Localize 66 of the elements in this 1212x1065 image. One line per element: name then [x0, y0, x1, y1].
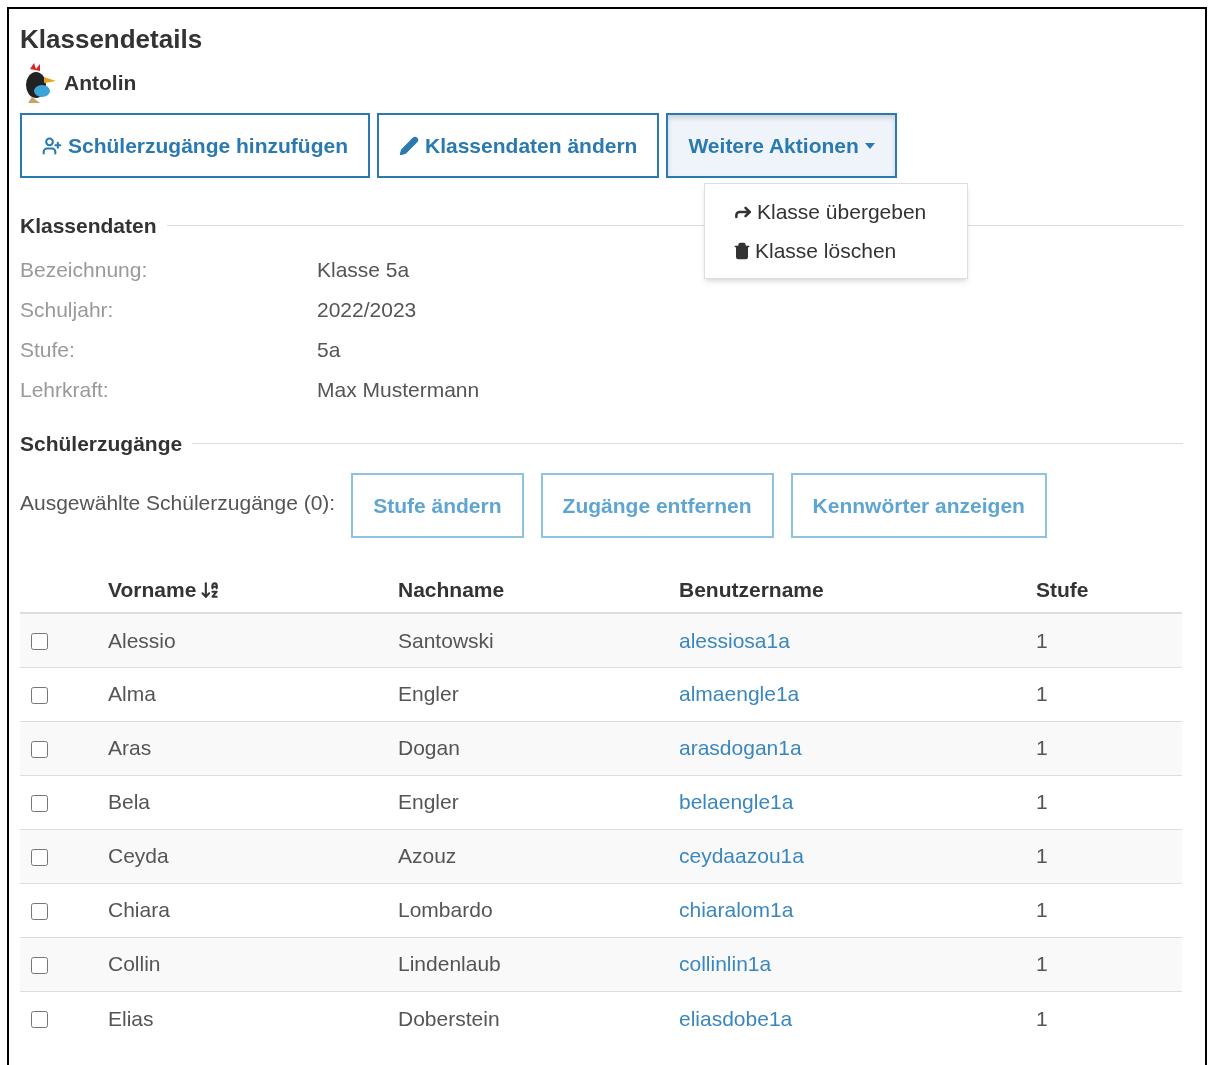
product-name: Antolin	[64, 70, 137, 97]
column-header[interactable]: Benutzername	[679, 574, 824, 606]
row-checkbox[interactable]	[31, 903, 48, 921]
row-checkbox[interactable]	[31, 633, 48, 651]
field-value: 2022/2023	[317, 296, 417, 323]
selection-count: Ausgewählte Schülerzugänge (0):	[20, 490, 336, 516]
field-value: 5a	[317, 336, 341, 363]
person-plus-icon	[42, 135, 62, 156]
trash-icon	[733, 241, 751, 260]
column-header[interactable]: Vorname	[108, 574, 221, 606]
section-heading: Schülerzugänge	[20, 430, 183, 457]
column-header[interactable]: Stufe	[1036, 574, 1089, 606]
field-label: Stufe:	[20, 336, 76, 363]
table-cell: 1	[1036, 898, 1048, 922]
table-cell: 1	[1036, 628, 1048, 652]
column-header[interactable]: Nachname	[398, 574, 505, 606]
table-cell: Bela	[108, 790, 151, 814]
dropdown-button[interactable]: Weitere Aktionen	[666, 113, 897, 178]
row-checkbox[interactable]	[31, 1011, 48, 1029]
page-title: Klassendetails	[20, 23, 204, 55]
row-checkbox[interactable]	[31, 957, 48, 975]
table-cell: Lindenlaub	[398, 952, 501, 976]
username-link[interactable]: arasdogan1a	[679, 736, 802, 760]
username-link[interactable]: belaengle1a	[679, 790, 794, 814]
row-checkbox[interactable]	[31, 687, 48, 705]
table-cell: Engler	[398, 790, 459, 814]
table-cell: Dogan	[398, 736, 460, 760]
field-value: Max Mustermann	[317, 376, 480, 403]
row-checkbox[interactable]	[31, 849, 48, 867]
row-checkbox[interactable]	[31, 795, 48, 813]
table-cell: Aras	[108, 736, 152, 760]
table-cell: Alessio	[108, 628, 176, 652]
caret-icon	[864, 142, 875, 149]
table-cell: Azouz	[398, 844, 457, 868]
action-button[interactable]: Schülerzugänge hinzufügen	[20, 113, 370, 178]
menu-item[interactable]: Klasse löschen	[705, 231, 967, 270]
table-cell: 1	[1036, 952, 1048, 976]
field-label: Bezeichnung:	[20, 256, 149, 283]
field-label: Lehrkraft:	[20, 376, 110, 403]
username-link[interactable]: alessiosa1a	[679, 628, 790, 652]
table-cell: Chiara	[108, 898, 170, 922]
menu-item[interactable]: Klasse übergeben	[705, 192, 967, 231]
pencil-icon	[399, 135, 419, 156]
username-link[interactable]: chiaralom1a	[679, 898, 794, 922]
table-cell: 1	[1036, 790, 1048, 814]
table-cell: Alma	[108, 682, 156, 706]
username-link[interactable]: eliasdobe1a	[679, 1006, 793, 1030]
table-cell: 1	[1036, 736, 1048, 760]
table-cell: Lombardo	[398, 898, 493, 922]
action-button[interactable]: Klassendaten ändern	[377, 113, 660, 178]
table-cell: Engler	[398, 682, 459, 706]
username-link[interactable]: collinlin1a	[679, 952, 772, 976]
table-cell: 1	[1036, 1006, 1048, 1030]
username-link[interactable]: ceydaazou1a	[679, 844, 804, 868]
table-cell: 1	[1036, 844, 1048, 868]
section-heading: Klassendaten	[20, 213, 157, 239]
table-cell: 1	[1036, 682, 1048, 706]
table-cell: Santowski	[398, 628, 494, 652]
field-value: Klasse 5a	[317, 256, 410, 283]
field-label: Schuljahr:	[20, 296, 115, 323]
row-checkbox[interactable]	[31, 741, 48, 759]
username-link[interactable]: almaengle1a	[679, 682, 800, 706]
table-cell: Collin	[108, 952, 161, 976]
table-cell: Elias	[108, 1006, 154, 1030]
table-cell: Ceyda	[108, 844, 169, 868]
table-cell: Doberstein	[398, 1006, 500, 1030]
